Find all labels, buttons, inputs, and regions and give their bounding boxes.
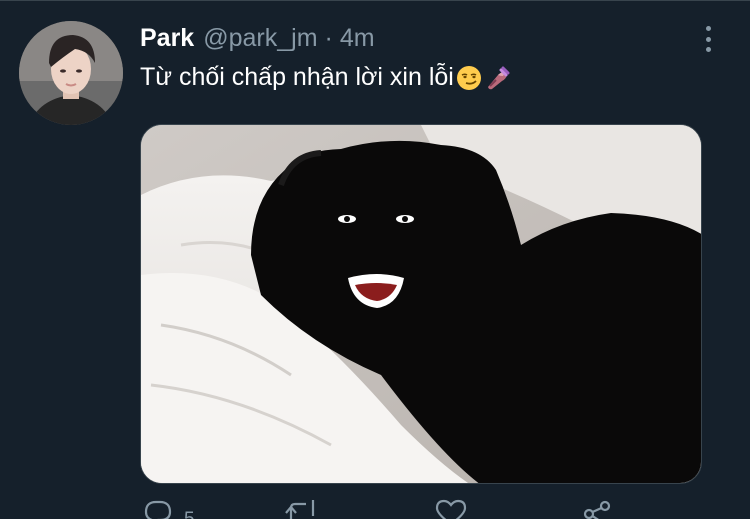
- tweet-header: Park @park_jm · 4m: [140, 24, 375, 56]
- retweet-icon: [285, 500, 315, 519]
- separator-dot: ·: [324, 24, 333, 52]
- nail-polish-emoji-icon: [487, 66, 510, 89]
- tweet-timestamp[interactable]: 4m: [340, 24, 375, 53]
- tweet-media-image[interactable]: [140, 124, 702, 484]
- tweet-text-content: Từ chối chấp nhận lời xin lỗi: [140, 63, 454, 91]
- more-vertical-icon: [705, 26, 711, 31]
- author-handle[interactable]: @park_jm: [203, 24, 317, 53]
- heart-icon: [435, 499, 467, 519]
- reply-icon: [144, 500, 172, 519]
- more-options-button[interactable]: [696, 26, 720, 52]
- author-name[interactable]: Park: [140, 24, 194, 53]
- smirking-face-emoji-icon: [456, 65, 481, 90]
- divider: [0, 0, 750, 1]
- tweet-card[interactable]: Park @park_jm · 4m Từ chối chấp nhận lời…: [0, 0, 750, 519]
- share-icon: [583, 500, 611, 519]
- avatar[interactable]: [19, 21, 123, 125]
- reply-button[interactable]: 5: [142, 496, 195, 519]
- tweet-text: Từ chối chấp nhận lời xin lỗi: [140, 63, 510, 92]
- avatar-image: [19, 21, 123, 125]
- tweet-actions: 5: [140, 496, 620, 519]
- retweet-button[interactable]: [284, 496, 320, 519]
- like-button[interactable]: [434, 496, 468, 519]
- reply-count: 5: [184, 509, 195, 519]
- share-button[interactable]: [580, 496, 614, 519]
- meme-photo: [141, 125, 701, 483]
